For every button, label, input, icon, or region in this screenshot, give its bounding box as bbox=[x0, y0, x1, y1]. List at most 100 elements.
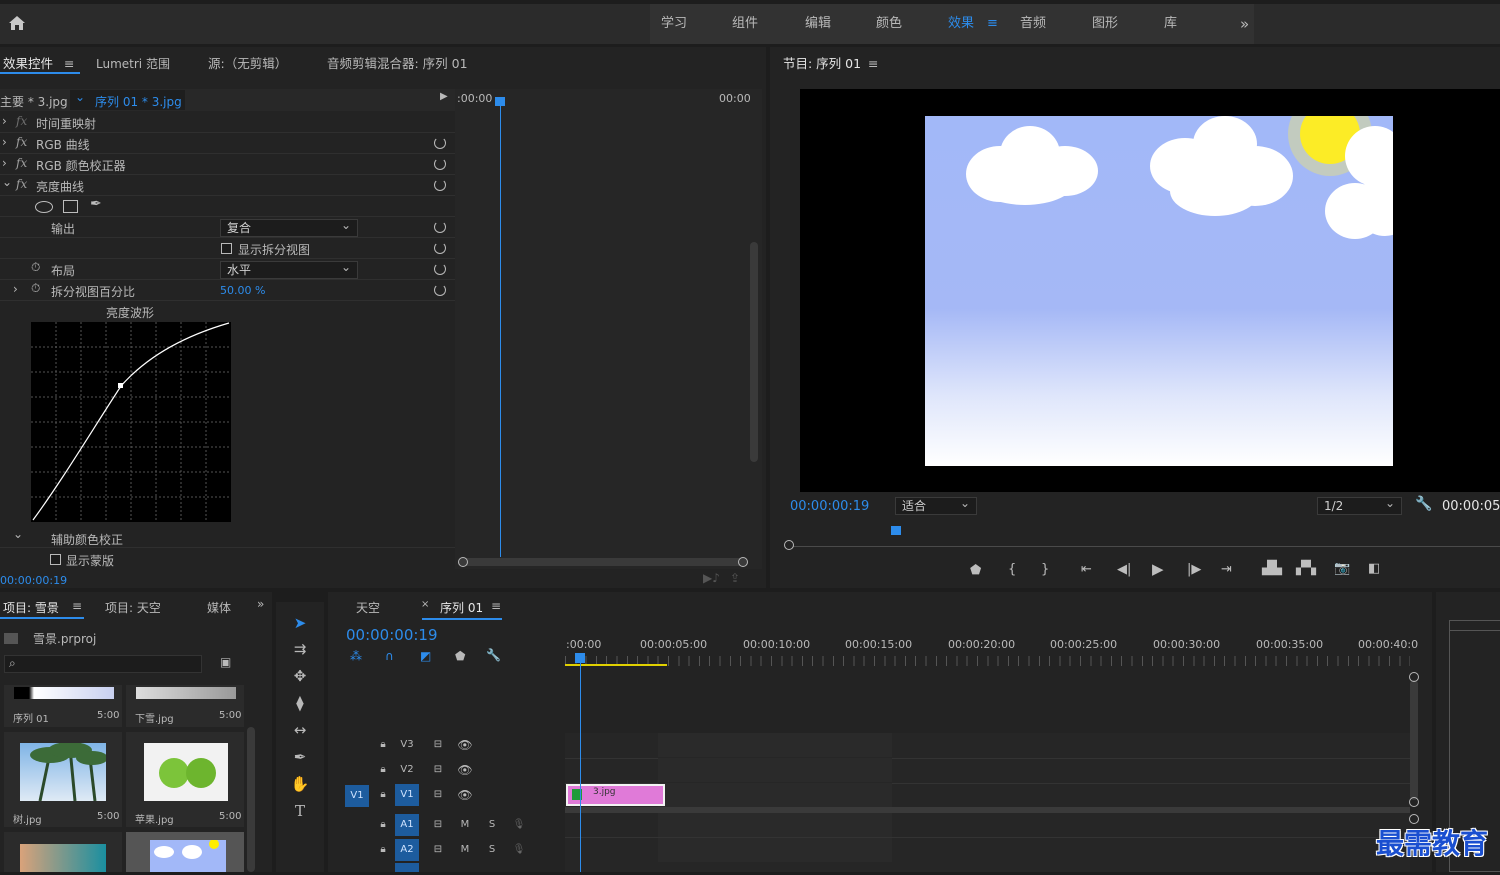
tab-project-sky[interactable]: 项目: 天空 bbox=[105, 599, 161, 616]
panel-menu-icon[interactable]: ≡ bbox=[868, 47, 878, 81]
workspace-libraries[interactable]: 库 bbox=[1164, 4, 1177, 44]
program-monitor-title[interactable]: 节目: 序列 01 bbox=[783, 47, 861, 81]
mark-out-icon[interactable]: } bbox=[1041, 562, 1049, 577]
workspace-graphics[interactable]: 图形 bbox=[1092, 4, 1118, 44]
sync-lock-icon[interactable]: ⊟ bbox=[426, 784, 450, 806]
panel-menu-icon[interactable]: ≡ bbox=[72, 599, 82, 613]
microphone-icon[interactable]: 🎙︎ bbox=[507, 814, 531, 836]
fx-icon[interactable]: fx bbox=[16, 135, 27, 149]
tab-source[interactable]: 源:（无剪辑） bbox=[208, 47, 287, 81]
list-item[interactable] bbox=[4, 832, 122, 872]
more-workspaces-icon[interactable]: » bbox=[1240, 4, 1249, 44]
collapse-icon[interactable]: ⌄ bbox=[2, 175, 12, 189]
track-target-a1[interactable]: A1 bbox=[395, 814, 419, 836]
collapse-icon[interactable]: ⌄ bbox=[13, 527, 23, 541]
lock-icon[interactable]: 🔒︎ bbox=[371, 814, 395, 836]
sync-lock-icon[interactable]: ⊟ bbox=[426, 734, 450, 756]
eye-icon[interactable]: 👁︎ bbox=[453, 784, 477, 806]
workspace-audio[interactable]: 音频 bbox=[1020, 4, 1046, 44]
ripple-edit-tool-icon[interactable]: ✥ bbox=[288, 665, 312, 687]
workspace-color[interactable]: 颜色 bbox=[876, 4, 902, 44]
microphone-icon[interactable]: 🎙︎ bbox=[507, 839, 531, 861]
solo-button[interactable]: S bbox=[480, 839, 504, 861]
track-target-v2[interactable]: V2 bbox=[395, 759, 419, 781]
export-frame-icon[interactable]: 📷 bbox=[1334, 561, 1350, 576]
slip-tool-icon[interactable]: ↔ bbox=[288, 719, 312, 741]
effect-row-rgb-color-corrector[interactable]: › fx RGB 颜色校正器 bbox=[0, 154, 455, 175]
reset-icon[interactable] bbox=[434, 242, 446, 254]
razor-tool-icon[interactable]: ⧫ bbox=[288, 692, 312, 714]
search-input[interactable] bbox=[4, 655, 202, 673]
sync-lock-icon[interactable]: ⊟ bbox=[426, 839, 450, 861]
workspace-assembly[interactable]: 组件 bbox=[732, 4, 758, 44]
close-icon[interactable]: × bbox=[421, 599, 429, 610]
workspace-effects[interactable]: 效果 bbox=[948, 4, 974, 44]
effect-row-time-remap[interactable]: › fx 时间重映射 bbox=[0, 112, 455, 133]
list-item[interactable]: 苹果.jpg 5:00 bbox=[126, 732, 244, 827]
go-to-out-icon[interactable]: ⇥ bbox=[1221, 562, 1232, 577]
lift-icon[interactable]: ▟▙ bbox=[1262, 561, 1282, 576]
tab-sequence-01[interactable]: 序列 01 bbox=[440, 599, 483, 616]
eye-icon[interactable]: 👁︎ bbox=[453, 734, 477, 756]
track-target-a2[interactable]: A2 bbox=[395, 839, 419, 861]
pen-tool-icon[interactable]: ✒ bbox=[288, 746, 312, 768]
pen-mask-icon[interactable]: ✒ bbox=[90, 196, 102, 212]
panel-menu-icon[interactable]: ≡ bbox=[64, 47, 74, 81]
home-icon[interactable] bbox=[8, 14, 26, 32]
playhead[interactable] bbox=[500, 97, 501, 557]
tab-effect-controls[interactable]: 效果控件 bbox=[3, 47, 53, 81]
mute-button[interactable]: M bbox=[453, 839, 477, 861]
panel-menu-icon[interactable]: ≡ bbox=[491, 599, 501, 613]
track-target-v3[interactable]: V3 bbox=[395, 734, 419, 756]
reset-icon[interactable] bbox=[434, 137, 446, 149]
playhead-handle[interactable] bbox=[891, 526, 901, 535]
track-target-v1[interactable]: V1 bbox=[395, 784, 419, 806]
zoom-handle[interactable] bbox=[1409, 797, 1419, 807]
expand-icon[interactable]: › bbox=[2, 156, 7, 170]
lock-icon[interactable]: 🔒︎ bbox=[371, 759, 395, 781]
source-patch-v1[interactable]: V1 bbox=[345, 785, 369, 807]
zoom-handle[interactable] bbox=[1409, 672, 1419, 682]
add-marker-icon[interactable]: ⬟ bbox=[970, 563, 981, 578]
zoom-select[interactable]: 适合 bbox=[895, 495, 977, 515]
hand-tool-icon[interactable]: ✋ bbox=[288, 773, 312, 795]
scrollbar[interactable] bbox=[750, 242, 758, 462]
solo-button[interactable]: S bbox=[480, 814, 504, 836]
tab-sky[interactable]: 天空 bbox=[356, 599, 380, 616]
rectangle-mask-icon[interactable] bbox=[63, 200, 78, 213]
add-marker-icon[interactable]: ⬟ bbox=[455, 649, 465, 663]
resolution-select[interactable]: 1/2 bbox=[1317, 495, 1402, 515]
layout-select[interactable]: 水平 bbox=[220, 259, 358, 279]
list-item[interactable]: 序列 01 5:00 bbox=[4, 685, 122, 727]
reset-icon[interactable] bbox=[434, 263, 446, 275]
step-back-icon[interactable]: ◀| bbox=[1117, 562, 1131, 577]
list-item[interactable] bbox=[126, 832, 244, 872]
go-to-in-icon[interactable]: ⇤ bbox=[1081, 562, 1092, 577]
play-only-icon[interactable]: ▶ bbox=[440, 91, 448, 102]
tab-audio-clip-mixer[interactable]: 音频剪辑混合器: 序列 01 bbox=[327, 47, 468, 81]
eye-icon[interactable]: 👁︎ bbox=[453, 759, 477, 781]
tab-lumetri-scopes[interactable]: Lumetri 范围 bbox=[96, 47, 170, 81]
stopwatch-icon[interactable]: ⏱ bbox=[31, 281, 40, 296]
timeline-settings-icon[interactable]: 🔧 bbox=[486, 648, 501, 662]
selection-tool-icon[interactable]: ➤ bbox=[288, 612, 312, 634]
zoom-scrollbar[interactable] bbox=[458, 558, 748, 566]
export-icon[interactable]: ⇪ bbox=[730, 571, 740, 585]
tab-media[interactable]: 媒体 bbox=[207, 599, 231, 616]
expand-icon[interactable]: › bbox=[13, 282, 18, 296]
linked-selection-icon[interactable]: ◩ bbox=[420, 649, 431, 663]
tab-project-snow[interactable]: 项目: 雪景 bbox=[3, 599, 59, 616]
playhead-handle[interactable] bbox=[575, 653, 585, 663]
step-forward-icon[interactable]: |▶ bbox=[1187, 562, 1201, 577]
zoom-handle-right[interactable] bbox=[738, 557, 748, 567]
nest-icon[interactable]: ⁂ bbox=[350, 649, 362, 663]
effect-mini-timeline[interactable] bbox=[455, 89, 762, 569]
playhead-handle[interactable] bbox=[495, 97, 505, 106]
playhead-line[interactable] bbox=[580, 663, 581, 872]
split-percent-value[interactable]: 50.00 % bbox=[220, 284, 265, 297]
track-target-a3[interactable] bbox=[395, 863, 419, 872]
scrollbar[interactable] bbox=[247, 727, 255, 872]
zoom-handle[interactable] bbox=[784, 540, 794, 550]
effect-row-luma-curve[interactable]: ⌄ fx 亮度曲线 bbox=[0, 175, 455, 196]
track-select-tool-icon[interactable]: ⇉ bbox=[288, 638, 312, 660]
